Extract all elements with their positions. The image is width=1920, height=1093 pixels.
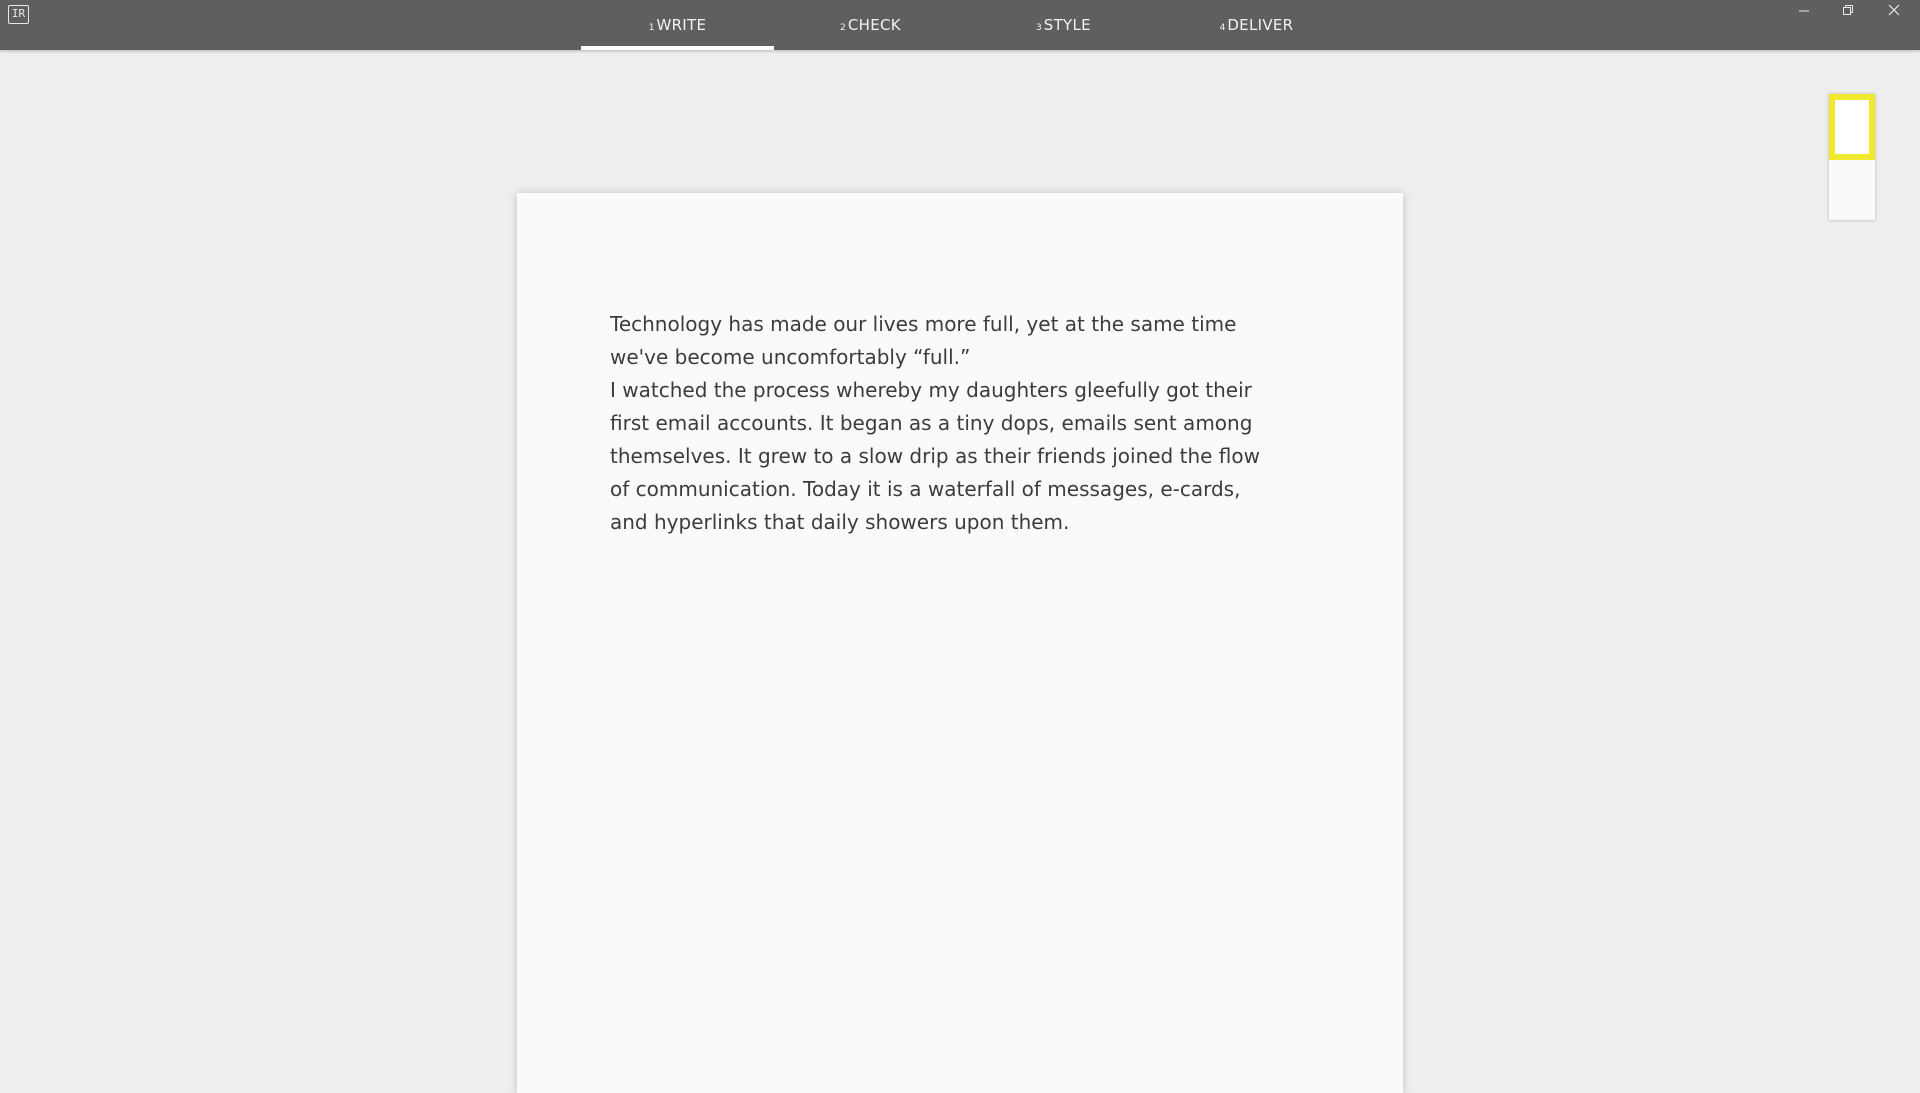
title-bar: IR 1 WRITE 2 CHECK 3 STYLE 4 DELIVER xyxy=(0,0,1920,50)
current-page-thumbnail[interactable] xyxy=(1829,94,1875,160)
restore-button[interactable] xyxy=(1826,0,1870,20)
tab-label: STYLE xyxy=(1043,16,1091,34)
tab-label: DELIVER xyxy=(1227,16,1294,34)
tab-deliver[interactable]: 4 DELIVER xyxy=(1160,0,1353,50)
paragraph[interactable]: I watched the process whereby my daughte… xyxy=(610,374,1310,539)
close-icon xyxy=(1888,4,1900,16)
document-page[interactable]: Technology has made our lives more full,… xyxy=(517,193,1403,1093)
paragraph[interactable]: Technology has made our lives more full,… xyxy=(610,308,1310,374)
tab-write[interactable]: 1 WRITE xyxy=(581,0,774,50)
close-button[interactable] xyxy=(1872,0,1916,20)
document-body[interactable]: Technology has made our lives more full,… xyxy=(610,308,1310,539)
app-logo[interactable]: IR xyxy=(8,5,29,24)
tab-style[interactable]: 3 STYLE xyxy=(967,0,1160,50)
minimize-icon xyxy=(1799,10,1809,12)
page-thumbnail-panel[interactable] xyxy=(1829,94,1875,220)
tab-number: 3 xyxy=(1036,23,1042,33)
tab-check[interactable]: 2 CHECK xyxy=(774,0,967,50)
step-tabs: 1 WRITE 2 CHECK 3 STYLE 4 DELIVER xyxy=(581,0,1353,50)
minimize-button[interactable] xyxy=(1782,0,1826,20)
tab-number: 1 xyxy=(648,23,655,33)
restore-icon xyxy=(1843,5,1853,15)
tab-label: WRITE xyxy=(656,16,707,34)
tab-number: 4 xyxy=(1219,23,1226,33)
tab-label: CHECK xyxy=(847,16,901,34)
tab-number: 2 xyxy=(840,23,846,33)
